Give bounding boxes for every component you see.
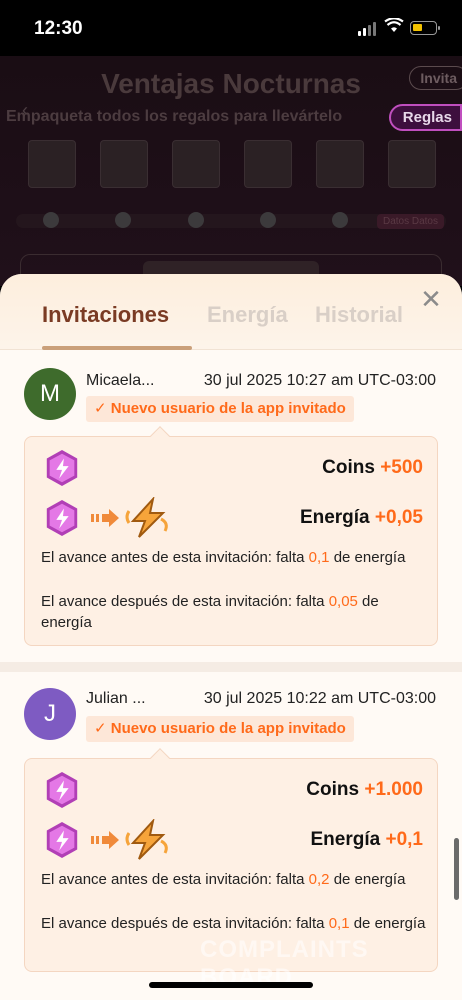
coins-value: +1.000 [364,779,423,800]
entry-divider [0,662,462,672]
status-badge: ✓ Nuevo usuario de la app invitado [86,396,354,422]
check-icon [260,212,276,228]
progress-after-suffix: de energía [349,915,426,932]
progress-before-text: El avance antes de esta invitación: falt… [41,869,431,890]
progress-after-value: 0,1 [328,915,350,932]
user-name: Micaela... [86,372,155,389]
cellular-signal-icon [358,22,376,36]
close-icon[interactable]: ✕ [416,284,446,314]
progress-before-prefix: El avance antes de esta invitación: falt… [41,549,309,566]
background-page: Ventajas Nocturnas Invita ‹ Empaqueta to… [0,56,462,294]
progress-before-suffix: de energía [329,549,406,566]
extra-label: Datos Datos [376,214,444,229]
background-subtitle: Empaqueta todos los regalos para llevárt… [6,108,343,125]
tab-energia[interactable]: Energía [207,302,288,328]
invitation-entry: M Micaela... 30 jul 2025 10:27 am UTC-03… [0,364,462,654]
check-icon [43,212,59,228]
battery-icon [410,21,440,35]
user-name: Julian ... [86,690,146,707]
coin-icon [46,499,78,537]
coins-reward: Coins +500 [322,457,423,479]
status-bar: 12:30 [0,0,462,56]
energy-reward: Energía +0,1 [311,829,424,851]
progress-before-value: 0,2 [308,871,330,888]
gift-icon [316,140,364,188]
rules-button: Reglas [388,104,462,131]
progress-after-text: El avance después de esta invitación: fa… [41,913,431,934]
clock: 12:30 [34,18,83,39]
gift-icon [100,140,148,188]
coin-icon [46,821,78,859]
check-icon [332,212,348,228]
progress-before-suffix: de energía [329,871,406,888]
gift-icon [28,140,76,188]
tab-historial[interactable]: Historial [315,302,403,328]
invite-button: Invita [409,66,462,90]
active-tab-indicator [42,346,192,350]
scrollbar[interactable] [454,838,459,900]
gift-icon [244,140,292,188]
energy-reward: Energía +0,05 [300,507,423,529]
gift-icon [388,140,436,188]
reward-card: Coins +500 Energía +0,05 El avance antes… [24,426,438,646]
wifi-icon [384,18,404,32]
progress-before-text: El avance antes de esta invitación: falt… [41,547,431,568]
coins-reward: Coins +1.000 [306,779,423,801]
gift-icon [172,140,220,188]
background-title: Ventajas Nocturnas [101,68,361,99]
avatar: M [24,368,76,420]
home-indicator[interactable] [149,982,313,988]
card-pointer [150,748,170,768]
arrow-right-icon [91,509,119,527]
progress-after-prefix: El avance después de esta invitación: fa… [41,593,329,610]
tab-invitaciones[interactable]: Invitaciones [42,302,169,328]
coins-label: Coins [306,779,360,800]
status-badge: ✓ Nuevo usuario de la app invitado [86,716,354,742]
progress-before-value: 0,1 [308,549,330,566]
coins-label: Coins [322,457,375,478]
progress-after-prefix: El avance después de esta invitación: fa… [41,915,329,932]
progress-before-prefix: El avance antes de esta invitación: falt… [41,871,309,888]
energy-label: Energía [310,829,381,850]
progress-after-text: El avance después de esta invitación: fa… [41,591,431,633]
check-icon [115,212,131,228]
sheet-header: Invitaciones Energía Historial ✕ [0,274,462,350]
progress-after-value: 0,05 [328,593,358,610]
check-icon [188,212,204,228]
card-pointer [150,426,170,446]
coins-value: +500 [380,457,423,478]
gift-list [28,140,436,188]
energy-value: +0,1 [385,829,423,850]
energy-label: Energía [299,507,370,528]
energy-bolt-icon [125,497,168,538]
coin-icon [46,449,78,487]
invitation-date: 30 jul 2025 10:27 am UTC-03:00 [203,372,436,389]
invitations-sheet: Invitaciones Energía Historial ✕ M Micae… [0,274,462,1000]
energy-value: +0,05 [374,507,423,528]
energy-bolt-icon [125,819,168,860]
arrow-right-icon [91,831,119,849]
invitation-date: 30 jul 2025 10:22 am UTC-03:00 [203,690,436,707]
avatar: J [24,688,76,740]
coin-icon [46,771,78,809]
